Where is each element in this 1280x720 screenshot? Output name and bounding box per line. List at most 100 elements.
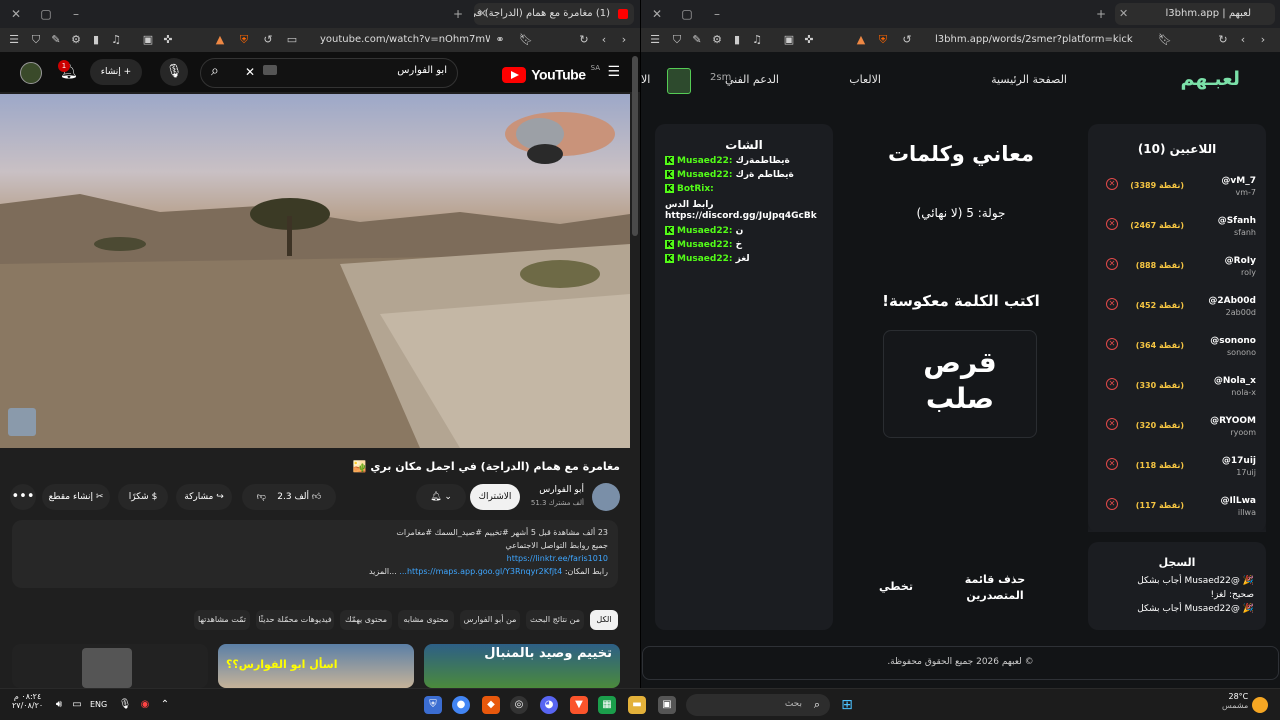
music-icon[interactable]: ♫: [108, 32, 124, 48]
shield-app-icon[interactable]: ⛨: [424, 696, 442, 714]
maps-link[interactable]: https://maps.app.goo.gl/Y3Rnqyr2Kfjt4...: [399, 567, 562, 576]
new-tab-icon[interactable]: +: [450, 6, 466, 22]
remove-player-icon[interactable]: ✕: [1106, 178, 1118, 190]
bookmark-icon[interactable]: 🔖︎: [1157, 32, 1173, 48]
link-icon[interactable]: ⚭: [492, 32, 508, 48]
more-actions-icon[interactable]: •••: [10, 484, 36, 510]
refresh-share-icon[interactable]: ↺: [260, 32, 276, 48]
tab-close-icon[interactable]: ✕: [478, 3, 487, 25]
menu-icon[interactable]: ☰: [647, 32, 663, 48]
clear-search-icon[interactable]: ✕: [245, 65, 255, 79]
screenshot-icon[interactable]: ▣: [140, 32, 156, 48]
thanks-button[interactable]: شكرًا $: [118, 484, 168, 510]
remove-player-icon[interactable]: ✕: [1106, 338, 1118, 350]
puzzle-icon[interactable]: ✜: [160, 32, 176, 48]
scrollbar[interactable]: [632, 56, 638, 236]
pin-icon[interactable]: ✎: [689, 32, 705, 48]
discord-icon[interactable]: ◕: [540, 696, 558, 714]
nav-games[interactable]: الالعاب: [849, 73, 881, 86]
shield-icon[interactable]: ⛉: [28, 32, 44, 48]
address-bar[interactable]: l3bhm.app/words/2smer?platform=kick: [935, 31, 1147, 49]
reload-icon[interactable]: ↻: [1215, 32, 1231, 48]
remove-player-icon[interactable]: ✕: [1106, 458, 1118, 470]
speaker-icon[interactable]: 🔊︎: [50, 696, 68, 714]
chrome-icon[interactable]: ●: [452, 696, 470, 714]
clip-button[interactable]: إنشاء مقطع ✂: [42, 484, 110, 510]
sidebar-icon[interactable]: ▮: [88, 32, 104, 48]
share-icon[interactable]: ↺: [899, 32, 915, 48]
chip-for-you[interactable]: محتوى يهمّك: [340, 610, 392, 630]
search-input[interactable]: [267, 65, 447, 76]
forward-icon[interactable]: ›: [616, 32, 632, 48]
chip-recent[interactable]: فيديوهات محمّلة حديثًا: [256, 610, 334, 630]
miniplayer-thumb[interactable]: [8, 408, 36, 436]
screen-icon[interactable]: ▭: [284, 32, 300, 48]
screenshot-icon[interactable]: ▣: [781, 32, 797, 48]
pin-icon[interactable]: ✎: [48, 32, 64, 48]
tab-youtube[interactable]: ✕ (1) مغامرة مع همام (الدراجة) في: [474, 3, 634, 25]
hamburger-menu-icon[interactable]: ☰: [607, 64, 620, 80]
task-view-icon[interactable]: ▣: [658, 696, 676, 714]
notify-bell-button[interactable]: 🔔︎ ⌄: [416, 484, 466, 510]
brave-icon[interactable]: ▼: [570, 696, 588, 714]
video-player[interactable]: [0, 94, 630, 448]
weather-widget[interactable]: 28°C مشمس: [1222, 692, 1248, 710]
puzzle-icon[interactable]: ✜: [801, 32, 817, 48]
share-button[interactable]: مشاركة ↪: [176, 484, 232, 510]
brave-shield-icon[interactable]: ⛨: [236, 32, 252, 48]
extension-icon[interactable]: ⚙: [68, 32, 84, 48]
nav-home[interactable]: الصفحة الرئيسية: [991, 73, 1067, 86]
windows-start-icon[interactable]: ⊞: [838, 696, 856, 714]
nav-cut-off[interactable]: الا: [641, 73, 650, 86]
discord-link[interactable]: https://discord.gg/JuJpq4GcBk: [665, 211, 817, 221]
back-icon[interactable]: ‹: [1235, 32, 1251, 48]
dislike-icon[interactable]: 👎︎: [257, 492, 266, 502]
back-icon[interactable]: ‹: [596, 32, 612, 48]
chip-similar[interactable]: محتوى مشابه: [398, 610, 454, 630]
record-icon[interactable]: ◉: [136, 696, 154, 714]
sidebar-icon[interactable]: ▮: [729, 32, 745, 48]
chip-watched[interactable]: تمّت مشاهدتها: [194, 610, 250, 630]
bookmark-icon[interactable]: 🔖︎: [518, 32, 534, 48]
chip-from-channel[interactable]: من أبو الفوارس: [460, 610, 520, 630]
like-dislike-button[interactable]: 👎︎ 2.3 ألف 👍︎: [242, 484, 336, 510]
app-icon[interactable]: ◆: [482, 696, 500, 714]
video-thumbnail[interactable]: اسأل ابو الفوارس؟؟: [218, 644, 414, 688]
site-logo[interactable]: لعبـهم: [1180, 68, 1240, 90]
forward-icon[interactable]: ›: [1255, 32, 1271, 48]
create-button[interactable]: إنشاء +: [90, 59, 142, 85]
close-window-icon[interactable]: ✕: [649, 6, 665, 22]
nav-support[interactable]: الدعم الفني: [725, 73, 779, 86]
channel-name[interactable]: أبو الفوارس: [539, 485, 584, 495]
clock[interactable]: ٠٨:٢٤ م ٢٧/٠٨/٢٠: [12, 692, 43, 710]
remove-player-icon[interactable]: ✕: [1106, 218, 1118, 230]
mic-icon[interactable]: 🎙︎: [116, 696, 134, 714]
aurora-icon[interactable]: ▲: [853, 32, 869, 48]
search-icon[interactable]: ⌕: [211, 63, 219, 79]
minimize-icon[interactable]: –: [68, 6, 84, 22]
user-avatar[interactable]: [667, 68, 691, 94]
chevron-up-icon[interactable]: ⌃: [156, 696, 174, 714]
video-thumbnail[interactable]: [12, 644, 208, 688]
taskbar-search[interactable]: ⌕ بحث: [686, 694, 830, 716]
subscribe-button[interactable]: الاشتراك: [470, 484, 520, 510]
remove-player-icon[interactable]: ✕: [1106, 298, 1118, 310]
channel-avatar[interactable]: [592, 483, 620, 511]
remove-player-icon[interactable]: ✕: [1106, 418, 1118, 430]
remove-player-icon[interactable]: ✕: [1106, 498, 1118, 510]
youtube-logo[interactable]: YouTube SA: [502, 64, 600, 83]
app-icon[interactable]: ▦: [598, 696, 616, 714]
new-tab-icon[interactable]: +: [1093, 6, 1109, 22]
linktree-link[interactable]: https://linktr.ee/faris1010: [22, 552, 608, 565]
close-window-icon[interactable]: ✕: [8, 6, 24, 22]
remove-player-icon[interactable]: ✕: [1106, 378, 1118, 390]
remove-leaderboard-button[interactable]: حذف قائمة المتصدرين: [955, 572, 1035, 604]
chip-all[interactable]: الكل: [590, 610, 618, 630]
tab-close-icon[interactable]: ✕: [1119, 3, 1128, 25]
tab-l3bhm[interactable]: ✕ لعبهم | l3bhm.app: [1115, 3, 1275, 25]
music-icon[interactable]: ♫: [749, 32, 765, 48]
minimize-icon[interactable]: –: [709, 6, 725, 22]
maximize-icon[interactable]: ▢: [38, 6, 54, 22]
extension-icon[interactable]: ⚙: [709, 32, 725, 48]
nav-username[interactable]: 2sm: [710, 72, 731, 83]
